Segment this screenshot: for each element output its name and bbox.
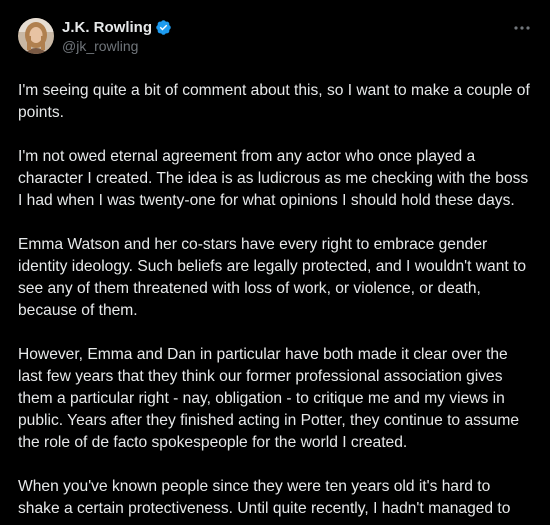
author-info: J.K. Rowling @jk_rowling: [62, 18, 172, 54]
tweet-paragraph: When you've known people since they were…: [18, 478, 511, 517]
tweet-paragraph: I'm not owed eternal agreement from any …: [18, 148, 529, 209]
tweet-header: J.K. Rowling @jk_rowling: [18, 14, 532, 58]
tweet-paragraph: I'm seeing quite a bit of comment about …: [18, 82, 530, 121]
more-horizontal-icon[interactable]: [510, 19, 534, 37]
avatar[interactable]: [18, 18, 54, 54]
tweet: J.K. Rowling @jk_rowling I'm seeing quit…: [0, 0, 550, 525]
tweet-paragraph: However, Emma and Dan in particular have…: [18, 346, 520, 451]
tweet-text: I'm seeing quite a bit of comment about …: [18, 80, 532, 520]
name-row: J.K. Rowling: [62, 18, 172, 37]
tweet-paragraph: Emma Watson and her co-stars have every …: [18, 236, 527, 319]
author-display-name[interactable]: J.K. Rowling: [62, 19, 152, 36]
author-handle[interactable]: @jk_rowling: [62, 38, 172, 54]
avatar-image: [18, 18, 54, 54]
verified-badge-icon: [155, 19, 172, 36]
